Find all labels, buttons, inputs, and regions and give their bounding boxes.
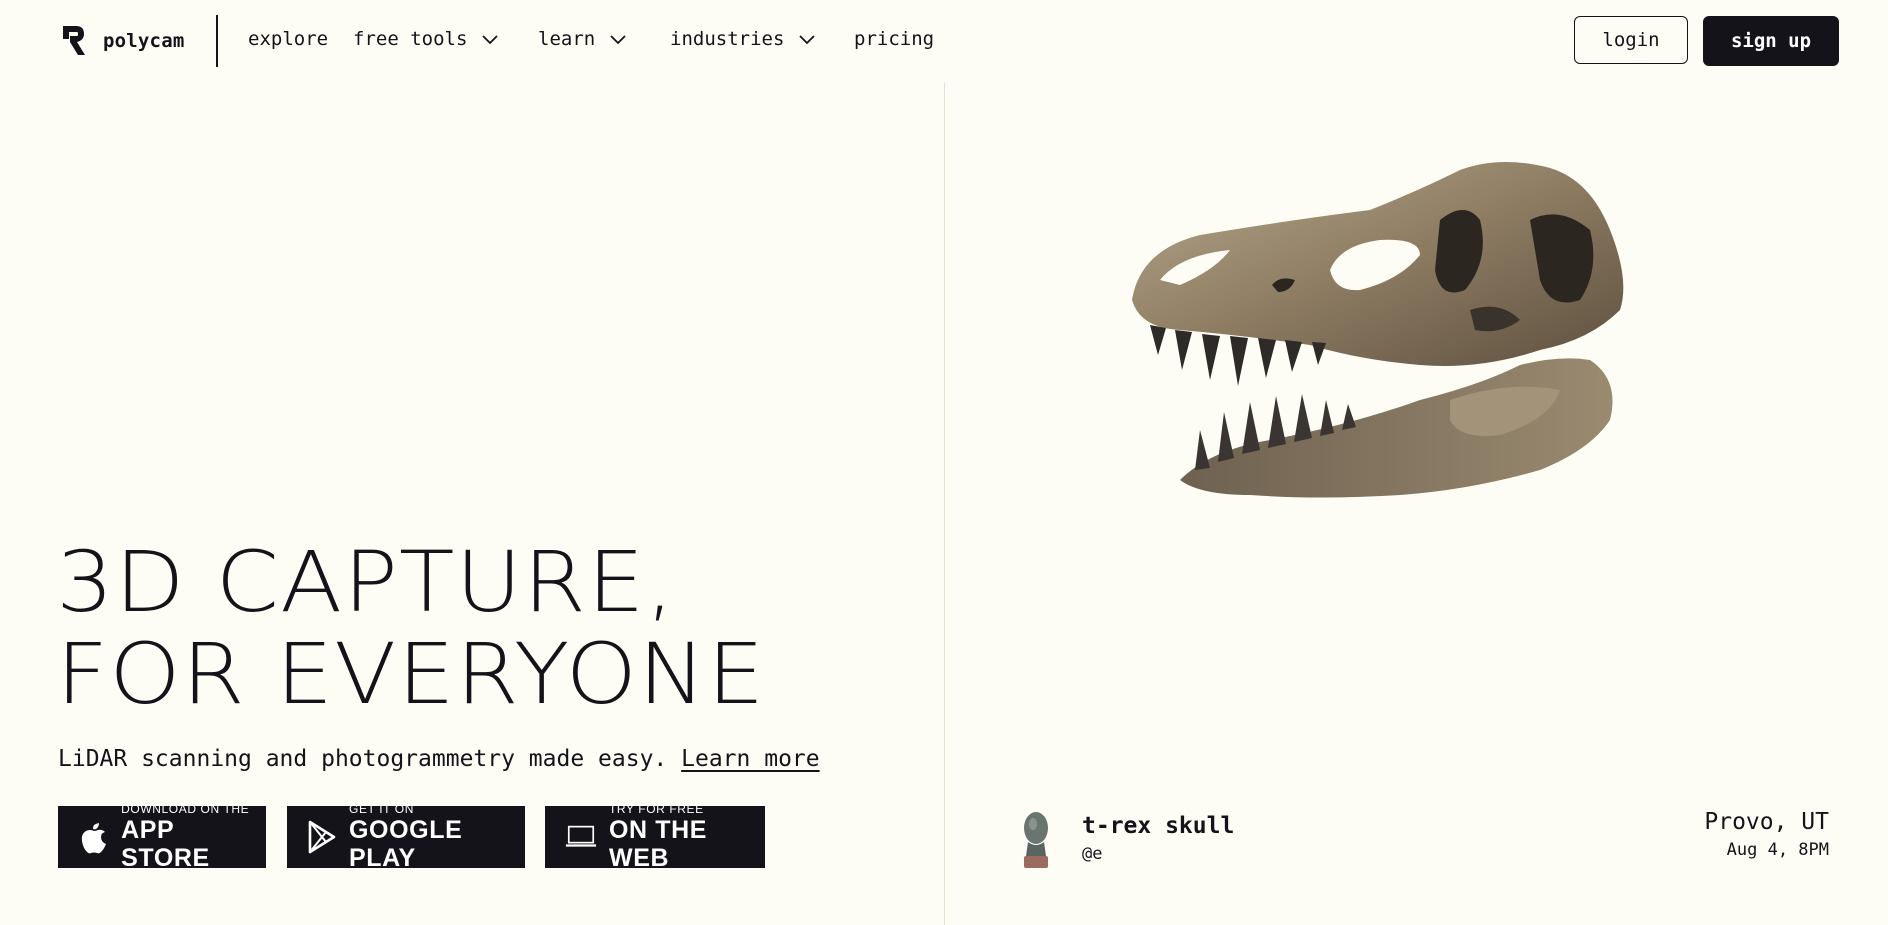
learn-more-link[interactable]: Learn more <box>681 746 819 772</box>
polycam-logo[interactable]: polycam <box>60 24 184 58</box>
top-navigation: polycam explore free tools learn industr… <box>0 0 1888 83</box>
chevron-down-icon <box>610 35 626 45</box>
laptop-icon <box>565 820 597 854</box>
capture-title: t-rex skull <box>1082 813 1235 839</box>
column-divider <box>944 83 945 925</box>
nav-pricing[interactable]: pricing <box>854 28 934 50</box>
app-store-small-label: DOWNLOAD ON THE <box>121 801 250 816</box>
web-app-button[interactable]: TRY FOR FREE ON THE WEB <box>545 801 765 872</box>
nav-industries[interactable]: industries <box>670 28 816 50</box>
nav-pricing-label: pricing <box>854 28 935 50</box>
apple-icon <box>78 820 109 854</box>
google-play-small-label: GET IT ON <box>349 801 414 816</box>
google-play-button[interactable]: GET IT ON GOOGLE PLAY <box>287 801 525 872</box>
nav-explore-label: explore <box>248 28 329 50</box>
polycam-logo-icon <box>63 26 85 55</box>
nav-learn[interactable]: learn <box>538 28 627 50</box>
hero-title-line-2: FOR EVERYONE <box>56 625 766 723</box>
nav-learn-label: learn <box>538 28 596 50</box>
hero-subtitle-text: LiDAR scanning and photogrammetry made e… <box>58 746 668 772</box>
google-play-icon <box>307 820 337 854</box>
hero-title-line-1: 3D CAPTURE, <box>56 533 676 631</box>
chevron-down-icon <box>482 35 499 45</box>
login-button[interactable]: login <box>1574 16 1688 64</box>
t-rex-skull-model[interactable] <box>1120 150 1680 600</box>
avatar <box>1024 812 1048 868</box>
capture-meta: Provo, UT Aug 4, 8PM <box>1704 808 1829 862</box>
app-store-label: APP STORE <box>121 815 210 872</box>
nav-divider <box>216 15 218 67</box>
nav-explore[interactable]: explore <box>248 28 328 50</box>
chevron-down-icon <box>799 35 816 45</box>
nav-industries-label: industries <box>670 28 785 50</box>
capture-date: Aug 4, 8PM <box>1726 840 1829 860</box>
google-play-label: GOOGLE PLAY <box>349 815 463 872</box>
capture-location: Provo, UT <box>1704 809 1829 835</box>
capture-username[interactable]: @e <box>1082 842 1234 866</box>
nav-free-tools[interactable]: free tools <box>353 28 499 50</box>
hero-subtitle: LiDAR scanning and photogrammetry made e… <box>58 746 820 772</box>
featured-capture[interactable]: t-rex skull @e <box>1016 808 1234 870</box>
web-app-label: ON THE WEB <box>609 815 708 872</box>
hero-title: 3D CAPTURE, FOR EVERYONE <box>56 536 765 720</box>
nav-free-tools-label: free tools <box>353 28 468 50</box>
sign-up-button[interactable]: sign up <box>1703 16 1839 66</box>
app-store-button[interactable]: DOWNLOAD ON THE APP STORE <box>58 801 266 872</box>
brand-name: polycam <box>103 30 185 52</box>
web-app-small-label: TRY FOR FREE <box>609 801 704 816</box>
